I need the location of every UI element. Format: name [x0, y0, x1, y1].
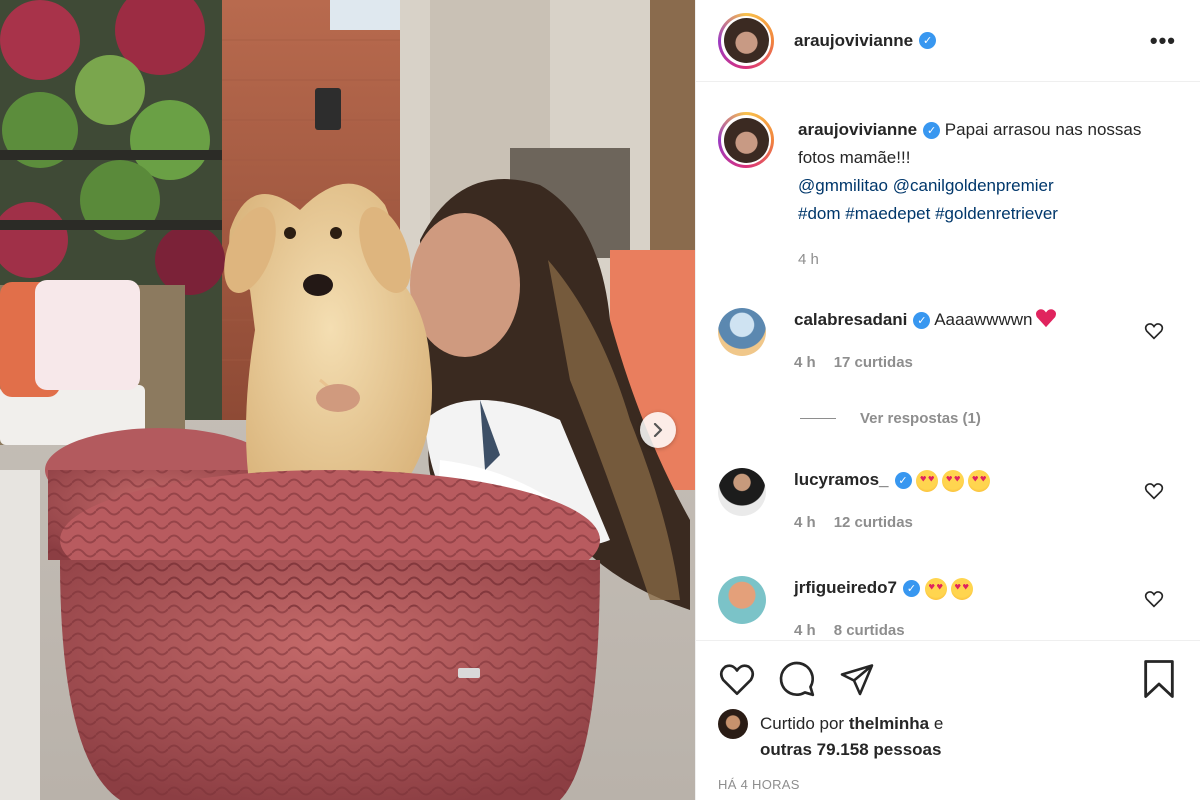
- commenter-avatar[interactable]: [718, 308, 766, 356]
- hashtag-link[interactable]: #maedepet: [845, 204, 930, 223]
- liked-by-prefix: Curtido por: [760, 714, 845, 733]
- instagram-post: araujovivianne ✓ ••• araujovivianne ✓ Pap…: [0, 0, 1200, 800]
- post-actions: Curtido por thelminha e outras 79.158 pe…: [696, 640, 1200, 792]
- commenter-username[interactable]: calabresadani: [794, 310, 907, 329]
- author-avatar[interactable]: [718, 12, 774, 69]
- comment-item: jrfigueiredo7 ✓ 4 h 8 curtidas: [718, 576, 1176, 638]
- commenter-username[interactable]: jrfigueiredo7: [794, 578, 897, 597]
- chevron-right-icon: [653, 423, 663, 437]
- like-comment-heart-icon[interactable]: [1144, 482, 1164, 500]
- commenter-username[interactable]: lucyramos_: [794, 470, 889, 489]
- post-caption: araujovivianne ✓ Papai arrasou nas nossas…: [718, 112, 1176, 274]
- heart-eyes-emoji-icon: [942, 469, 965, 492]
- view-replies-label: Ver respostas (1): [860, 410, 981, 427]
- save-bookmark-icon[interactable]: [1142, 659, 1176, 699]
- commenter-avatar[interactable]: [718, 576, 766, 624]
- comment-item: lucyramos_ ✓ 4 h 12 curtidas: [718, 468, 1176, 531]
- comment-time[interactable]: 4 h: [794, 354, 816, 371]
- comments-section[interactable]: araujovivianne ✓ Papai arrasou nas nossas…: [696, 82, 1200, 638]
- replies-divider: [800, 418, 836, 419]
- comment-body: calabresadani ✓ Aaaawwwwn 4 h 17 curtidas: [794, 308, 1058, 371]
- post-photo[interactable]: [0, 0, 695, 800]
- caption-username[interactable]: araujovivianne: [798, 120, 917, 139]
- like-comment-heart-icon[interactable]: [1144, 590, 1164, 608]
- hashtag-link[interactable]: #goldenretriever: [935, 204, 1058, 223]
- comment-bubble-icon[interactable]: [778, 660, 816, 698]
- share-paper-plane-icon[interactable]: [838, 661, 876, 697]
- comment-time[interactable]: 4 h: [794, 514, 816, 531]
- liked-by-connector: e: [933, 714, 944, 733]
- verified-badge-icon: ✓: [923, 122, 941, 140]
- like-comment-heart-icon[interactable]: [1144, 322, 1164, 340]
- heart-eyes-emoji-icon: [916, 469, 939, 492]
- like-heart-icon[interactable]: [718, 662, 756, 696]
- liked-by-user[interactable]: thelminha: [849, 714, 929, 733]
- liked-by: Curtido por thelminha e outras 79.158 pe…: [718, 709, 1178, 763]
- liked-by-others[interactable]: outras 79.158 pessoas: [760, 740, 941, 759]
- comment-likes[interactable]: 12 curtidas: [834, 514, 913, 531]
- view-replies-button[interactable]: Ver respostas (1): [800, 410, 981, 427]
- verified-badge-icon: ✓: [894, 472, 912, 490]
- comment-item: calabresadani ✓ Aaaawwwwn 4 h 17 curtidas: [718, 308, 1176, 371]
- next-photo-button[interactable]: [640, 412, 676, 448]
- red-heart-emoji-icon: [1036, 309, 1057, 328]
- comment-body: lucyramos_ ✓ 4 h 12 curtidas: [794, 468, 994, 531]
- action-icons-row: [718, 641, 1178, 717]
- caption-body: araujovivianne ✓ Papai arrasou nas nossas…: [798, 116, 1176, 274]
- post-header: araujovivianne ✓ •••: [696, 0, 1200, 82]
- mention-link[interactable]: @canilgoldenpremier: [893, 176, 1054, 195]
- hashtag-link[interactable]: #dom: [798, 204, 841, 223]
- author-username[interactable]: araujovivianne: [794, 31, 913, 51]
- caption-avatar[interactable]: [718, 112, 774, 168]
- caption-time[interactable]: 4 h: [798, 246, 1176, 274]
- comment-likes[interactable]: 17 curtidas: [834, 354, 913, 371]
- verified-badge-icon: ✓: [913, 312, 931, 330]
- comment-text: Aaaawwwwn: [934, 310, 1033, 329]
- verified-badge-icon: ✓: [919, 32, 937, 49]
- verified-badge-icon: ✓: [902, 580, 920, 598]
- mention-link[interactable]: @gmmilitao: [798, 176, 888, 195]
- heart-eyes-emoji-icon: [950, 577, 973, 600]
- comment-body: jrfigueiredo7 ✓ 4 h 8 curtidas: [794, 576, 977, 638]
- liker-avatar[interactable]: [718, 709, 748, 739]
- post-timestamp[interactable]: HÁ 4 HORAS: [718, 777, 1178, 792]
- comment-time[interactable]: 4 h: [794, 622, 816, 638]
- commenter-avatar[interactable]: [718, 468, 766, 516]
- heart-eyes-emoji-icon: [968, 469, 991, 492]
- more-options-icon[interactable]: •••: [1150, 28, 1176, 54]
- heart-eyes-emoji-icon: [924, 577, 947, 600]
- post-sidebar: araujovivianne ✓ ••• araujovivianne ✓ Pap…: [695, 0, 1200, 800]
- comment-likes[interactable]: 8 curtidas: [834, 622, 905, 638]
- photo-illustration: [0, 0, 695, 800]
